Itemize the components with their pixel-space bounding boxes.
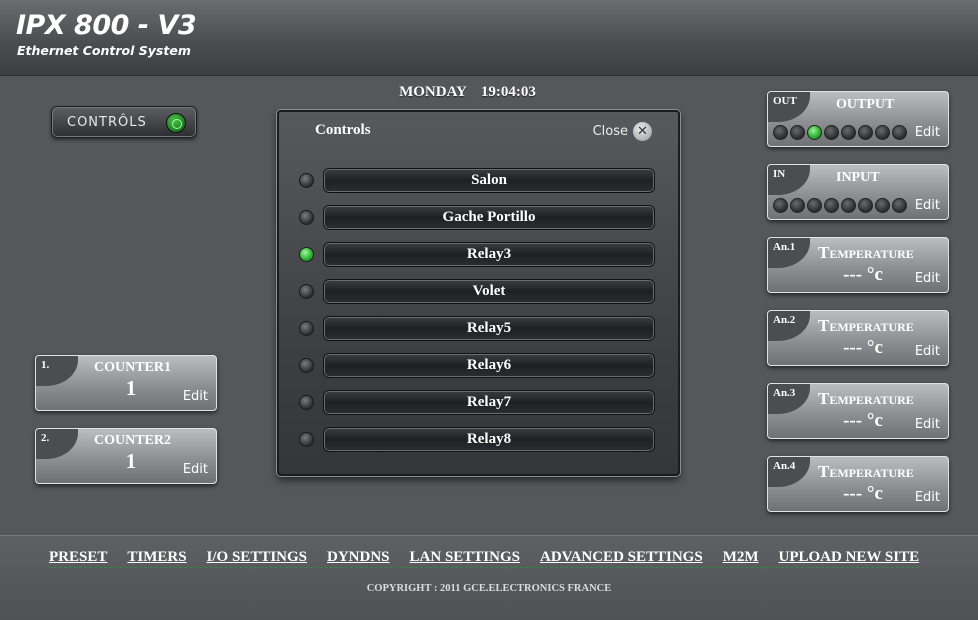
relay-row: Relay5 <box>299 316 659 342</box>
analog-edit-link[interactable]: Edit <box>915 271 940 286</box>
relay-button[interactable]: Relay6 <box>323 353 655 378</box>
relay-button[interactable]: Relay8 <box>323 427 655 452</box>
counter-index: 1. <box>41 359 50 371</box>
output-title: OUTPUT <box>836 97 895 112</box>
analog-card-4: An.4 Temperature --- °c Edit <box>767 456 949 512</box>
relay-status-led <box>299 395 314 410</box>
counter-edit-link[interactable]: Edit <box>183 389 208 404</box>
close-button[interactable]: Close ✕ <box>593 122 652 141</box>
output-card: OUT OUTPUT Edit <box>767 91 949 147</box>
relay-status-led <box>299 432 314 447</box>
counter-index: 2. <box>41 432 50 444</box>
power-icon <box>166 113 186 133</box>
input-led-5[interactable] <box>841 198 856 213</box>
analog-tab-label: An.2 <box>773 314 796 326</box>
output-led-8[interactable] <box>892 125 907 140</box>
input-led-3[interactable] <box>807 198 822 213</box>
counter-edit-link[interactable]: Edit <box>183 462 208 477</box>
relay-status-led <box>299 284 314 299</box>
input-tab-label: IN <box>773 168 786 180</box>
relay-button[interactable]: Gache Portillo <box>323 205 655 230</box>
close-icon[interactable]: ✕ <box>633 122 652 141</box>
panel-title: Controls <box>315 122 371 138</box>
analog-card-3: An.3 Temperature --- °c Edit <box>767 383 949 439</box>
relay-row: Relay6 <box>299 353 659 379</box>
counter-card-2: 2. COUNTER2 1 Edit <box>35 428 217 484</box>
analog-card-1: An.1 Temperature --- °c Edit <box>767 237 949 293</box>
output-led-5[interactable] <box>841 125 856 140</box>
nav-link[interactable]: M2M <box>723 549 759 566</box>
output-led-7[interactable] <box>875 125 890 140</box>
analog-title: Temperature <box>818 462 914 481</box>
input-leds <box>773 198 907 213</box>
output-led-6[interactable] <box>858 125 873 140</box>
relay-row: Volet <box>299 279 659 305</box>
nav-link[interactable]: TIMERS <box>127 549 186 566</box>
nav-link[interactable]: I/O SETTINGS <box>207 549 307 566</box>
analog-edit-link[interactable]: Edit <box>915 344 940 359</box>
analog-title: Temperature <box>818 389 914 408</box>
analog-tab-label: An.3 <box>773 387 796 399</box>
output-tab-label: OUT <box>773 95 797 107</box>
relay-button[interactable]: Relay7 <box>323 390 655 415</box>
relay-row: Gache Portillo <box>299 205 659 231</box>
footer: PRESET TIMERS I/O SETTINGS DYNDNS LAN SETTIN… <box>0 535 978 620</box>
analog-edit-link[interactable]: Edit <box>915 417 940 432</box>
output-led-3[interactable] <box>807 125 822 140</box>
input-led-8[interactable] <box>892 198 907 213</box>
input-card: IN INPUT Edit <box>767 164 949 220</box>
nav-link[interactable]: UPLOAD NEW SITE <box>779 549 920 566</box>
header: IPX 800 - V3 Ethernet Control System <box>0 0 978 76</box>
relay-status-led <box>299 247 314 262</box>
relay-button[interactable]: Volet <box>323 279 655 304</box>
input-title: INPUT <box>836 170 880 185</box>
controls-button[interactable]: CONTRÔLS <box>51 106 197 138</box>
relay-row: Relay8 <box>299 427 659 453</box>
counter-name: COUNTER1 <box>94 360 172 375</box>
counter-card-1: 1. COUNTER1 1 Edit <box>35 355 217 411</box>
controls-panel: Controls Close ✕ Salon Gache Portillo Rela… <box>277 110 680 476</box>
controls-button-label: CONTRÔLS <box>67 115 147 130</box>
logo-subtitle: Ethernet Control System <box>17 43 191 58</box>
relay-button[interactable]: Relay3 <box>323 242 655 267</box>
input-led-7[interactable] <box>875 198 890 213</box>
output-led-4[interactable] <box>824 125 839 140</box>
datetime: MONDAY 19:04:03 <box>380 84 555 101</box>
analog-tab-label: An.1 <box>773 241 796 253</box>
nav-link[interactable]: PRESET <box>49 549 107 566</box>
relay-button[interactable]: Relay5 <box>323 316 655 341</box>
output-leds <box>773 125 907 140</box>
logo-title: IPX 800 - V3 <box>16 10 197 41</box>
analog-edit-link[interactable]: Edit <box>915 490 940 505</box>
output-led-2[interactable] <box>790 125 805 140</box>
time-label: 19:04:03 <box>480 84 536 100</box>
relay-row: Relay7 <box>299 390 659 416</box>
relay-status-led <box>299 210 314 225</box>
analog-title: Temperature <box>818 316 914 335</box>
relay-row: Salon <box>299 168 659 194</box>
input-led-6[interactable] <box>858 198 873 213</box>
input-led-2[interactable] <box>790 198 805 213</box>
analog-card-2: An.2 Temperature --- °c Edit <box>767 310 949 366</box>
relay-row: Relay3 <box>299 242 659 268</box>
relay-status-led <box>299 358 314 373</box>
copyright: COPYRIGHT : 2011 GCE.ELECTRONICS FRANCE <box>366 583 612 594</box>
output-led-1[interactable] <box>773 125 788 140</box>
output-edit-link[interactable]: Edit <box>915 125 940 140</box>
input-led-1[interactable] <box>773 198 788 213</box>
footer-nav: PRESET TIMERS I/O SETTINGS DYNDNS LAN SETTIN… <box>49 549 920 568</box>
day-label: MONDAY <box>399 84 467 100</box>
close-label: Close <box>592 124 628 139</box>
input-led-4[interactable] <box>824 198 839 213</box>
nav-link[interactable]: DYNDNS <box>327 549 390 566</box>
nav-link[interactable]: ADVANCED SETTINGS <box>540 549 703 566</box>
counter-name: COUNTER2 <box>94 433 172 448</box>
analog-title: Temperature <box>818 243 914 262</box>
analog-tab-label: An.4 <box>773 460 796 472</box>
relay-status-led <box>299 173 314 188</box>
relay-status-led <box>299 321 314 336</box>
nav-link[interactable]: LAN SETTINGS <box>410 549 520 566</box>
relay-button[interactable]: Salon <box>323 168 655 193</box>
input-edit-link[interactable]: Edit <box>915 198 940 213</box>
